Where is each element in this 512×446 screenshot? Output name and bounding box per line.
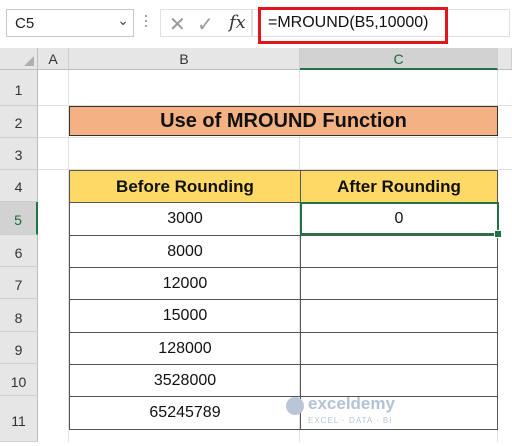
name-box[interactable]: C5 ⌄ [6, 9, 134, 37]
column-header-c[interactable]: C [300, 48, 498, 70]
cancel-icon[interactable]: ✕ [169, 12, 186, 37]
active-cell-outline [300, 202, 499, 235]
title-cell[interactable]: Use of MROUND Function [69, 106, 498, 136]
exceldemy-watermark: exceldemy EXCEL · DATA · BI [286, 394, 416, 434]
drag-handle-icon[interactable] [145, 12, 149, 34]
header-after-rounding[interactable]: After Rounding [300, 170, 498, 203]
after-cell[interactable] [300, 299, 498, 333]
column-header-b[interactable]: B [69, 48, 300, 70]
after-cell[interactable] [300, 332, 498, 365]
gridline [38, 137, 512, 138]
insert-function-icon[interactable]: fx [229, 12, 246, 33]
before-cell[interactable]: 128000 [69, 332, 301, 365]
formula-text[interactable]: =MROUND(B5,10000) [268, 14, 429, 32]
row-header-2[interactable]: 2 [0, 106, 38, 138]
row-header-10[interactable]: 10 [0, 364, 38, 396]
row-header-1[interactable]: 1 [0, 70, 38, 106]
row-header-8[interactable]: 8 [0, 299, 38, 332]
row-header-3[interactable]: 3 [0, 138, 38, 170]
name-box-value: C5 [15, 15, 35, 32]
header-before-rounding[interactable]: Before Rounding [69, 170, 301, 203]
formula-bar: C5 ⌄ ✕ ✓ fx =MROUND(B5,10000) [0, 0, 512, 48]
before-cell[interactable]: 15000 [69, 299, 301, 333]
row-header-11[interactable]: 11 [0, 396, 38, 442]
after-cell[interactable] [300, 267, 498, 300]
before-cell[interactable]: 65245789 [69, 396, 301, 430]
column-header-a[interactable]: A [38, 48, 69, 70]
before-cell[interactable]: 3000 [69, 202, 301, 236]
before-cell[interactable]: 8000 [69, 235, 301, 268]
fill-handle[interactable] [494, 230, 502, 238]
row-header-5[interactable]: 5 [0, 202, 38, 235]
row-header-6[interactable]: 6 [0, 235, 38, 267]
after-cell[interactable] [300, 364, 498, 397]
before-cell[interactable]: 12000 [69, 267, 301, 300]
watermark-name: exceldemy [308, 394, 395, 413]
chevron-down-icon[interactable]: ⌄ [117, 12, 129, 29]
row-header-7[interactable]: 7 [0, 267, 38, 299]
column-header-d[interactable] [498, 48, 512, 70]
row-header-9[interactable]: 9 [0, 332, 38, 364]
before-cell[interactable]: 3528000 [69, 364, 301, 397]
check-icon[interactable]: ✓ [197, 12, 214, 37]
watermark-tagline: EXCEL · DATA · BI [308, 416, 393, 425]
exceldemy-logo-icon [286, 397, 304, 415]
formula-buttons: ✕ ✓ fx [160, 9, 252, 37]
row-header-4[interactable]: 4 [0, 170, 38, 202]
select-all-corner[interactable] [0, 48, 38, 70]
after-cell[interactable] [300, 235, 498, 268]
